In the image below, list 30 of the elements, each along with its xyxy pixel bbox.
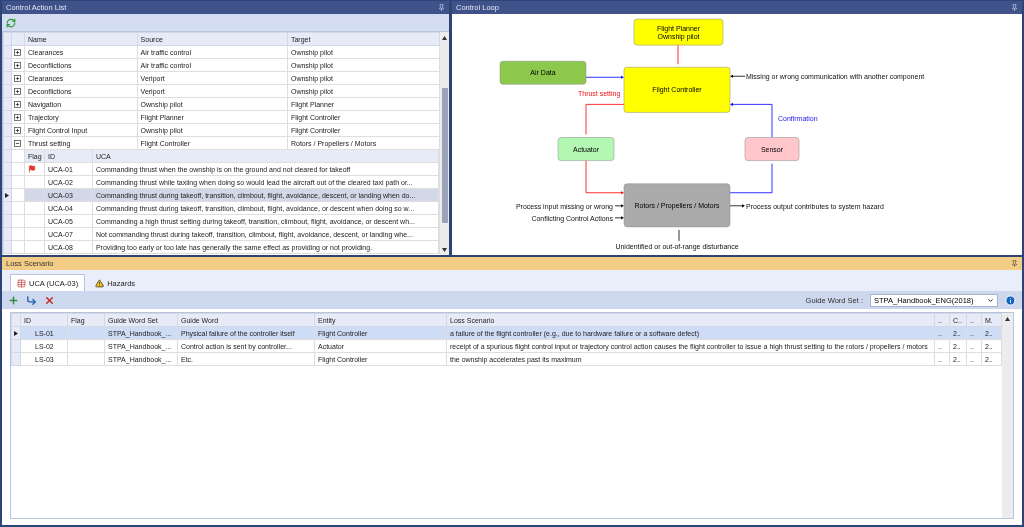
table-icon: [17, 278, 26, 288]
collapse-icon[interactable]: [13, 139, 21, 147]
expand-icon[interactable]: [13, 126, 21, 134]
scroll-up-icon[interactable]: [442, 36, 447, 40]
scrollbar[interactable]: [1002, 313, 1013, 518]
expand-icon[interactable]: [13, 74, 21, 82]
connector-arrow: [585, 75, 624, 79]
connector-arrow: [730, 74, 746, 78]
connector-arrow: [585, 160, 624, 195]
add-button[interactable]: [8, 294, 19, 306]
delete-button[interactable]: [44, 294, 55, 306]
scroll-up-icon[interactable]: [1005, 317, 1010, 321]
refresh-button[interactable]: [6, 17, 16, 28]
connector-arrow: [729, 204, 745, 208]
info-icon[interactable]: [1005, 294, 1016, 306]
row-pointer-icon: [14, 330, 18, 336]
scroll-down-icon[interactable]: [442, 248, 447, 252]
expand-icon[interactable]: [13, 87, 21, 95]
pin-icon[interactable]: [1011, 260, 1018, 267]
indent-button[interactable]: [26, 294, 37, 306]
connector-arrow: [730, 102, 773, 138]
warning-icon: [95, 278, 105, 288]
expand-icon[interactable]: [13, 61, 21, 69]
expand-icon[interactable]: [13, 48, 21, 56]
expand-icon[interactable]: [13, 113, 21, 121]
dropdown-caret-icon: [987, 296, 994, 304]
scrollbar[interactable]: [440, 32, 449, 255]
scrollbar-thumb[interactable]: [441, 87, 448, 224]
row-pointer-icon: [5, 192, 10, 198]
expand-icon[interactable]: [13, 100, 21, 108]
